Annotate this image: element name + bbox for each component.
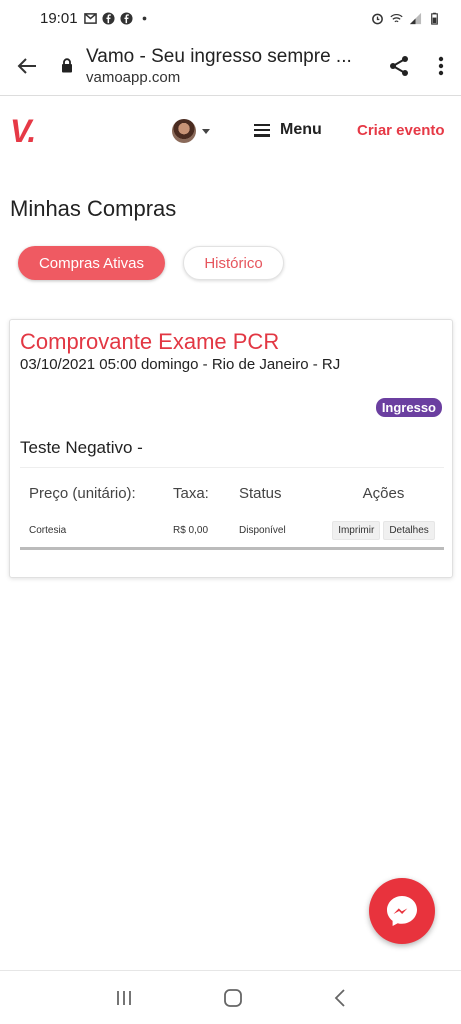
col-actions-header: Ações [362, 484, 405, 502]
table-header: Preço (unitário): Taxa: Status Ações [20, 472, 444, 514]
cell-price: Cortesia [29, 525, 67, 536]
url-bar[interactable]: Vamo - Seu ingresso sempre ... vamoapp.c… [86, 46, 377, 86]
page-domain: vamoapp.com [86, 68, 181, 86]
status-time: 19:01 [40, 9, 78, 27]
ticket-name: Teste Negativo - [20, 438, 143, 457]
browser-toolbar: Vamo - Seu ingresso sempre ... vamoapp.c… [0, 36, 461, 96]
page-title: Vamo - Seu ingresso sempre ... [86, 45, 352, 67]
print-button[interactable]: Imprimir [332, 521, 381, 540]
site-header: V. Menu Criar evento [0, 97, 461, 165]
system-icons [371, 12, 441, 25]
share-icon [390, 55, 408, 76]
divider [20, 467, 444, 468]
cell-actions: Imprimir Detalhes [323, 521, 444, 540]
create-event-link[interactable]: Criar evento [357, 122, 445, 139]
event-subtitle: 03/10/2021 05:00 domingo - Rio de Janeir… [20, 356, 341, 373]
caret-down-icon [202, 128, 210, 134]
messenger-chat-button[interactable] [369, 878, 435, 944]
notification-icons [83, 11, 151, 25]
ticket-type-badge: Ingresso [375, 398, 442, 417]
wifi-icon [390, 13, 403, 22]
recents-icon[interactable] [115, 990, 133, 1006]
col-fee-header: Taxa: [173, 484, 209, 502]
status-bar: 19:01 [0, 0, 461, 36]
vamo-logo[interactable]: V. [10, 112, 36, 150]
tab-history[interactable]: Histórico [183, 246, 284, 280]
menu-label: Menu [280, 121, 322, 138]
details-button[interactable]: Detalhes [383, 521, 435, 540]
logo-dot: . [27, 112, 36, 149]
home-icon[interactable] [223, 988, 243, 1008]
menu-button[interactable]: Menu [254, 121, 322, 139]
user-menu[interactable] [172, 119, 210, 143]
ticket-table: Preço (unitário): Taxa: Status Ações Cor… [20, 472, 444, 550]
hamburger-icon [254, 123, 270, 137]
facebook-icon [102, 11, 115, 25]
lock-icon[interactable] [54, 58, 80, 73]
more-options-button[interactable] [421, 56, 461, 76]
signal-icon [409, 12, 422, 24]
gmail-icon [83, 12, 97, 24]
more-vert-icon [438, 56, 444, 75]
logo-letter: V [10, 112, 28, 149]
col-status-header: Status [239, 484, 282, 502]
nav-back-icon[interactable] [334, 988, 346, 1007]
share-button[interactable] [377, 55, 421, 77]
event-title[interactable]: Comprovante Exame PCR [20, 329, 279, 355]
col-price-header: Preço (unitário): [29, 484, 136, 502]
dot-icon [142, 16, 146, 20]
system-nav-bar [0, 970, 461, 1024]
facebook-icon-2 [120, 11, 133, 25]
cell-status: Disponível [239, 525, 286, 536]
messenger-icon [387, 896, 417, 926]
battery-icon [431, 12, 438, 25]
avatar [172, 119, 196, 143]
back-arrow-icon [17, 57, 36, 74]
page-heading: Minhas Compras [10, 196, 177, 221]
back-button[interactable] [0, 36, 54, 96]
alarm-icon [372, 13, 383, 24]
table-row: Cortesia R$ 0,00 Disponível Imprimir Det… [20, 514, 444, 550]
tab-active-purchases[interactable]: Compras Ativas [18, 246, 165, 280]
cell-fee: R$ 0,00 [173, 525, 209, 536]
purchase-card: Comprovante Exame PCR 03/10/2021 05:00 d… [9, 319, 453, 578]
